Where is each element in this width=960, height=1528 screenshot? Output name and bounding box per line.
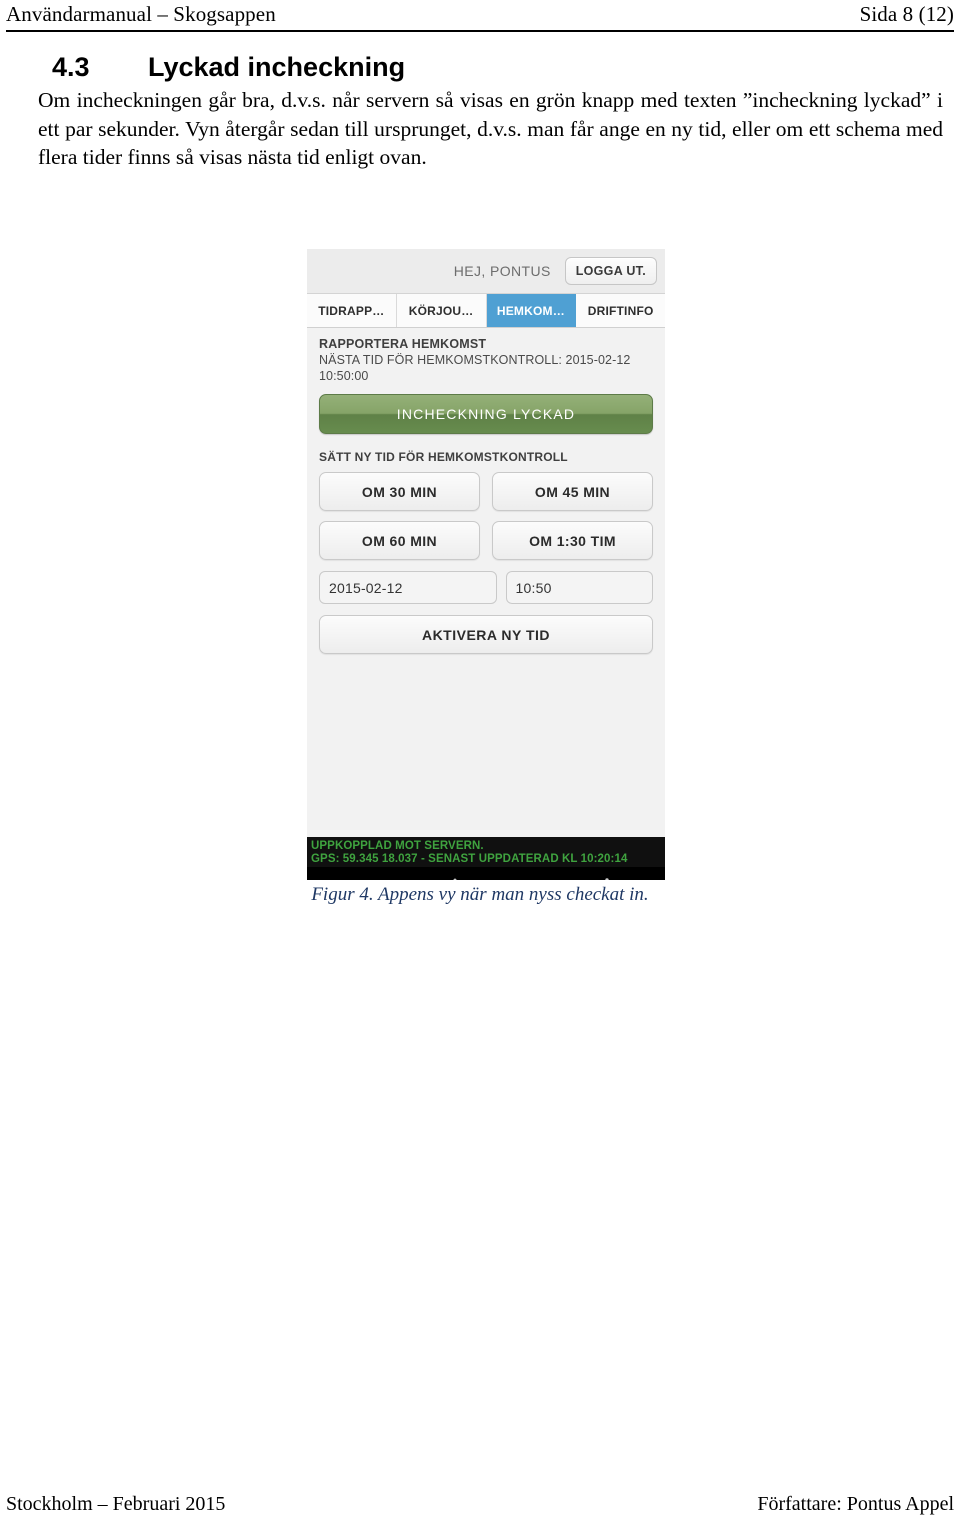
section-heading: 4.3 Lyckad incheckning	[52, 52, 932, 83]
document-footer: Stockholm – Februari 2015 Författare: Po…	[0, 1493, 960, 1516]
tab-korjournal[interactable]: KÖRJOU…	[397, 294, 487, 327]
section-title: Lyckad incheckning	[148, 52, 406, 82]
home-icon[interactable]	[443, 876, 467, 880]
section-number: 4.3	[52, 52, 90, 82]
tab-tidrapportering[interactable]: TIDRAPP…	[307, 294, 397, 327]
status-connection-line: UPPKOPPLAD MOT SERVERN.	[311, 840, 484, 852]
checkin-success-button[interactable]: INCHECKNING LYCKAD	[319, 394, 653, 434]
quick-time-90-button[interactable]: OM 1:30 TIM	[492, 521, 653, 560]
app-top-bar: HEJ, PONTUS LOGGA UT.	[307, 249, 665, 294]
figure-app-screenshot: HEJ, PONTUS LOGGA UT. TIDRAPP… KÖRJOU… H…	[307, 249, 665, 880]
app-tab-bar: TIDRAPP… KÖRJOU… HEMKOM… DRIFTINFO	[307, 294, 665, 328]
quick-time-button-grid: OM 30 MIN OM 45 MIN OM 60 MIN OM 1:30 TI…	[319, 472, 653, 560]
header-title-left: Användarmanual – Skogsappen	[6, 2, 276, 26]
back-icon[interactable]	[361, 877, 387, 881]
report-heading: RAPPORTERA HEMKOMST	[319, 337, 487, 351]
quick-time-60-button[interactable]: OM 60 MIN	[319, 521, 480, 560]
next-time-line-2: 10:50:00	[319, 369, 369, 383]
footer-author: Författare: Pontus Appel	[757, 1493, 954, 1515]
tab-hemkomst[interactable]: HEMKOM…	[486, 294, 577, 327]
header-divider-rule	[6, 30, 954, 32]
app-status-strip: UPPKOPPLAD MOT SERVERN. GPS: 59.345 18.0…	[307, 837, 665, 867]
quick-time-45-button[interactable]: OM 45 MIN	[492, 472, 653, 511]
quick-time-30-button[interactable]: OM 30 MIN	[319, 472, 480, 511]
figure-caption: Figur 4. Appens vy när man nyss checkat …	[311, 884, 649, 905]
document-header: Användarmanual – Skogsappen Sida 8 (12)	[0, 0, 960, 34]
footer-location-date: Stockholm – Februari 2015	[6, 1493, 226, 1515]
status-gps-line: GPS: 59.345 18.037 - SENAST UPPDATERAD K…	[311, 853, 628, 865]
logout-button[interactable]: LOGGA UT.	[564, 257, 657, 285]
paragraph-text: Om incheckningen går bra, d.v.s. når ser…	[38, 88, 943, 169]
recent-apps-icon[interactable]	[523, 877, 547, 880]
next-time-line-1: NÄSTA TID FÖR HEMKOMSTKONTROLL: 2015-02-…	[319, 353, 631, 367]
time-input[interactable]: 10:50	[505, 571, 653, 604]
app-content-panel: RAPPORTERA HEMKOMST NÄSTA TID FÖR HEMKOM…	[307, 328, 665, 837]
tab-driftinfo[interactable]: DRIFTINFO	[576, 294, 665, 327]
date-input[interactable]: 2015-02-12	[319, 571, 497, 604]
header-page-number: Sida 8 (12)	[859, 2, 954, 26]
user-greeting: HEJ, PONTUS	[453, 263, 551, 279]
set-new-time-label: SÄTT NY TID FÖR HEMKOMSTKONTROLL	[319, 450, 568, 464]
activate-new-time-button[interactable]: AKTIVERA NY TID	[319, 615, 653, 654]
section-paragraph: Om incheckningen går bra, d.v.s. når ser…	[38, 86, 943, 172]
datetime-input-row: 2015-02-12 10:50	[319, 571, 653, 604]
android-navigation-bar	[307, 867, 665, 880]
overflow-menu-icon[interactable]	[603, 876, 611, 880]
